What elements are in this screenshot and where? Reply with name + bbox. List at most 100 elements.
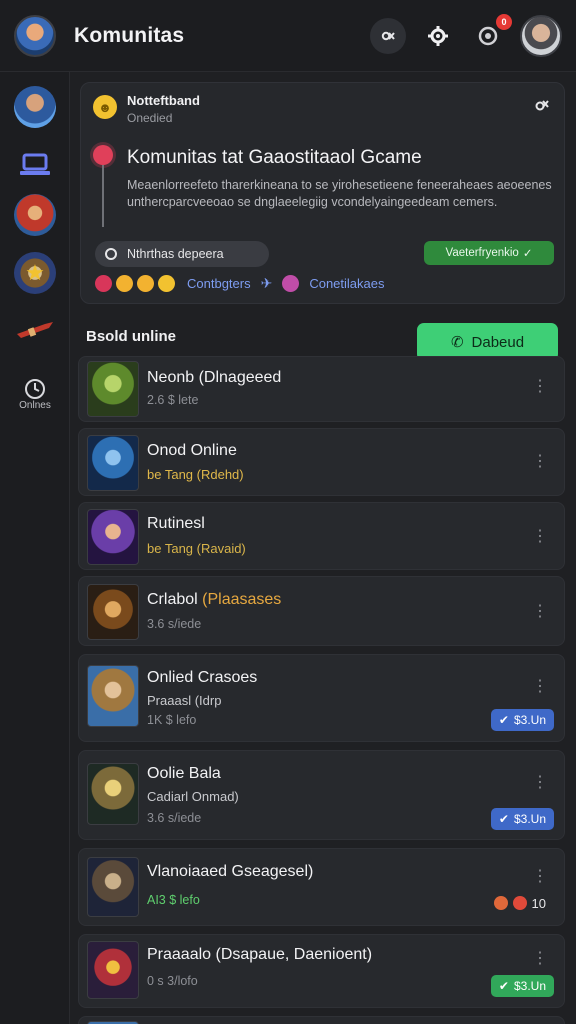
more-icon[interactable]: ⋮ [532, 951, 548, 967]
more-icon[interactable]: ⋮ [532, 379, 548, 395]
radio-icon [105, 248, 117, 260]
app-logo-avatar[interactable] [14, 14, 56, 57]
price-label: $3.Un [513, 979, 546, 993]
notification-badge: 0 [496, 13, 512, 30]
game-title: Vlanoiaaed Gseagesel) [147, 863, 314, 880]
pin-icon [93, 145, 113, 165]
list-item[interactable]: Crlabol (Plaasases 3.6 s/iede ⋮ [78, 576, 565, 646]
page-title: Komunitas [74, 23, 185, 47]
app-header: Komunitas 0 [0, 0, 576, 72]
smile-reaction-icon[interactable] [158, 275, 175, 292]
price-badge[interactable]: ✔ $3.Un [490, 975, 554, 997]
sidebar-item-label: Onlnes [19, 400, 51, 411]
list-item[interactable]: Neonb (Dlnageeed 2.6 $ lete ⋮ [78, 356, 565, 422]
game-meta: 3.6 s/iede [147, 811, 202, 825]
reactions-row: Contbgters ✈ Conetilakaes [95, 275, 384, 292]
link-icon[interactable] [370, 17, 406, 54]
game-meta: 3.6 s/iede [147, 617, 202, 631]
game-thumbnail [87, 941, 139, 999]
check-icon: ✓ [522, 248, 533, 260]
price-badge[interactable]: 10 [486, 892, 554, 914]
game-meta: AI3 $ lefo [147, 893, 200, 907]
more-icon[interactable]: ⋮ [532, 869, 548, 885]
notification-title: Komunitas tat Gaaostitaaol Gcame [127, 147, 422, 168]
price-badge[interactable]: ✔ $3.Un [490, 709, 554, 731]
list-item[interactable]: Rutinesl be Tang (Ravaid) ⋮ [78, 502, 565, 570]
more-icon[interactable]: ⋮ [532, 454, 548, 470]
clock-icon [25, 379, 45, 399]
game-title-accent: (Plaasases [202, 591, 282, 608]
game-title: Crlabol (Plaasases [147, 591, 281, 609]
game-thumbnail [87, 584, 139, 640]
list-item[interactable]: Oolie Bala Cadiarl Onmad) 3.6 s/iede ⋮ ✔… [78, 750, 565, 840]
game-thumbnail [87, 857, 139, 917]
list-item[interactable]: Vlanoiaaed Gseagesel) AI3 $ lefo ⋮ 10 [78, 848, 565, 926]
star-character-icon: ★ [25, 260, 45, 285]
game-thumbnail [87, 509, 139, 565]
notification-description: Meaenlorreefeto tharerkineana to se yiro… [127, 178, 552, 209]
close-icon[interactable] [534, 97, 550, 117]
game-title: Neonb (Dlnageeed [147, 369, 282, 386]
communities-link[interactable]: Conetilakaes [309, 276, 384, 291]
list-header: Bsold unline [86, 328, 176, 345]
status-pill-label: Nthrthas depeera [127, 247, 224, 261]
notification-label: Notteftband [127, 93, 200, 108]
heart-reaction-icon[interactable] [95, 275, 112, 292]
game-subtitle: be Tang (Rdehd) [147, 467, 244, 482]
game-thumbnail [87, 361, 139, 417]
game-title: Onod Online [147, 442, 237, 459]
game-meta: 1K $ lefo [147, 713, 197, 727]
price-label: $3.Un [513, 812, 546, 826]
game-title-text: Crlabol [147, 591, 198, 608]
heart-badge-icon [282, 275, 300, 292]
check-icon: ✔ [498, 713, 509, 727]
game-subtitle: Praaasl (Idrp [147, 693, 222, 708]
fire-icon [512, 896, 527, 910]
star-reaction-icon[interactable] [116, 275, 133, 292]
fire-reaction-icon[interactable] [137, 275, 154, 292]
more-icon[interactable]: ⋮ [532, 604, 548, 620]
verify-button[interactable]: Vaeterfryenkio ✓ [424, 241, 554, 265]
game-title: Rutinesl [147, 515, 205, 532]
check-icon: ✔ [498, 812, 509, 826]
sidebar-item-profile[interactable] [14, 86, 56, 128]
notification-sublabel: Onedied [127, 111, 173, 125]
smiley-icon: ☻ [93, 95, 117, 119]
download-label: Dabeud [471, 333, 525, 351]
list-item[interactable]: Praaaalo (Dsapaue, Daenioent) 0 s 3/lofo… [78, 934, 565, 1008]
target-icon [478, 26, 498, 45]
game-meta: 0 s 3/lofo [147, 974, 198, 988]
notification-card: ☻ Notteftband Onedied Komunitas tat Gaao… [80, 82, 565, 304]
game-thumbnail [87, 763, 139, 825]
header-actions: 0 [370, 13, 562, 57]
game-title: Onlied Crasoes [147, 669, 258, 686]
game-meta: 2.6 $ lete [147, 393, 199, 407]
sidebar-item-game-1[interactable] [14, 194, 56, 236]
more-icon[interactable]: ⋮ [532, 775, 548, 791]
list-item[interactable]: Onlied Crasoes Praaasl (Idrp 1K $ lefo ⋮… [78, 654, 565, 742]
count-label: 10 [531, 895, 546, 911]
game-title: Praaaalo (Dsapaue, Daenioent) [147, 946, 373, 963]
bird-icon: ✈ [260, 275, 273, 291]
price-label: $3.Un [513, 713, 546, 727]
more-icon[interactable]: ⋮ [532, 679, 548, 695]
more-icon[interactable]: ⋮ [532, 529, 548, 545]
sidebar-item-devices[interactable] [14, 144, 56, 186]
list-item[interactable]: Onod Online be Tang (Rdehd) ⋮ [78, 428, 565, 496]
notification-button[interactable]: 0 [470, 13, 512, 54]
status-pill[interactable]: Nthrthas depeera [95, 241, 269, 267]
list-item[interactable] [78, 1016, 565, 1024]
game-subtitle: be Tang (Ravaid) [147, 541, 246, 556]
price-badge[interactable]: ✔ $3.Un [490, 808, 554, 830]
game-title: Oolie Bala [147, 765, 221, 782]
settings-icon[interactable] [420, 18, 456, 54]
contributors-link[interactable]: Contbgters [187, 276, 251, 291]
sidebar-item-game-3[interactable] [14, 308, 56, 350]
game-subtitle: Cadiarl Onmad) [147, 789, 239, 804]
sidebar-item-game-2[interactable]: ★ [14, 252, 56, 294]
flame-icon [493, 896, 508, 910]
verify-label: Vaeterfryenkio [445, 247, 519, 259]
sidebar: ★ Onlnes [0, 72, 70, 1024]
game-thumbnail [87, 435, 139, 491]
user-avatar[interactable] [520, 14, 562, 57]
